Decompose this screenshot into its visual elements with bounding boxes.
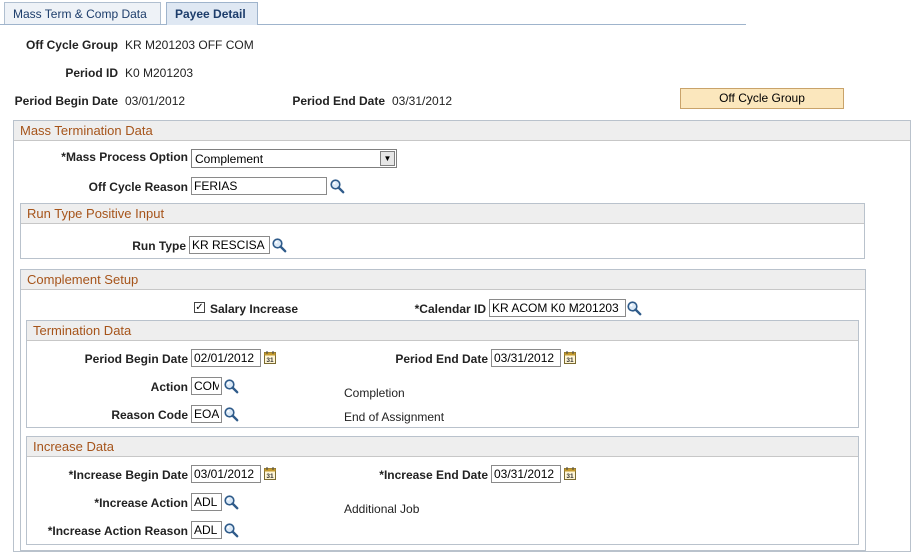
calendar-id-label: *Calendar ID — [414, 302, 486, 316]
off-cycle-reason-label: Off Cycle Reason — [88, 180, 188, 194]
salary-increase-checkbox[interactable]: ✓ — [194, 302, 205, 313]
increase-begin-date-label: *Increase Begin Date — [68, 468, 188, 482]
run-type-label: Run Type — [132, 239, 186, 253]
salary-increase-label: Salary Increase — [210, 302, 299, 316]
termination-period-begin-input[interactable] — [191, 349, 261, 367]
increase-action-label: *Increase Action — [94, 496, 188, 510]
period-end-date-label: Period End Date — [292, 94, 385, 108]
increase-action-description: Additional Job — [344, 502, 420, 516]
increase-action-reason-input[interactable] — [191, 521, 222, 539]
increase-begin-date-input[interactable] — [191, 465, 261, 483]
period-begin-date-label: Period Begin Date — [14, 94, 118, 108]
increase-action-reason-label: *Increase Action Reason — [47, 524, 188, 538]
reason-code-label: Reason Code — [111, 408, 188, 422]
complement-setup-title: Complement Setup — [21, 270, 865, 290]
calendar-icon[interactable] — [264, 351, 276, 364]
increase-action-reason-lookup-icon[interactable] — [223, 522, 239, 538]
increase-end-date-input[interactable] — [491, 465, 561, 483]
termination-period-end-input[interactable] — [491, 349, 561, 367]
termination-data-title: Termination Data — [27, 321, 858, 341]
period-id-label: Period ID — [65, 66, 118, 80]
tab-mass-term-comp-data[interactable]: Mass Term & Comp Data — [4, 2, 161, 24]
off-cycle-group-button[interactable]: Off Cycle Group — [680, 88, 844, 109]
chevron-down-icon[interactable]: ▼ — [380, 151, 395, 166]
increase-data-title: Increase Data — [27, 437, 858, 457]
period-id-value: K0 M201203 — [125, 66, 194, 80]
calendar-id-input[interactable] — [489, 299, 626, 317]
checkmark-icon: ✓ — [195, 302, 204, 313]
mass-process-option-select[interactable]: Complement — [191, 149, 397, 168]
action-input[interactable] — [191, 377, 222, 395]
tab-payee-detail[interactable]: Payee Detail — [166, 2, 258, 25]
action-label: Action — [150, 380, 188, 394]
period-end-date-value: 03/31/2012 — [392, 94, 453, 108]
calendar-icon[interactable] — [264, 467, 276, 480]
off-cycle-group-label: Off Cycle Group — [25, 38, 118, 52]
action-description: Completion — [344, 386, 405, 400]
calendar-id-lookup-icon[interactable] — [626, 300, 642, 316]
increase-action-input[interactable] — [191, 493, 222, 511]
off-cycle-reason-input[interactable] — [191, 177, 327, 195]
termination-period-begin-label: Period Begin Date — [84, 352, 188, 366]
reason-code-lookup-icon[interactable] — [223, 406, 239, 422]
reason-code-description: End of Assignment — [344, 410, 445, 424]
off-cycle-group-value: KR M201203 OFF COM — [125, 38, 254, 52]
mass-termination-data-title: Mass Termination Data — [14, 121, 910, 141]
increase-end-date-label: *Increase End Date — [379, 468, 488, 482]
mass-process-option-value: Complement — [195, 152, 264, 166]
termination-period-end-label: Period End Date — [395, 352, 488, 366]
calendar-icon[interactable] — [564, 467, 576, 480]
calendar-icon[interactable] — [564, 351, 576, 364]
reason-code-input[interactable] — [191, 405, 222, 423]
run-type-lookup-icon[interactable] — [271, 237, 287, 253]
run-type-positive-input-title: Run Type Positive Input — [21, 204, 864, 224]
period-begin-date-value: 03/01/2012 — [125, 94, 186, 108]
action-lookup-icon[interactable] — [223, 378, 239, 394]
run-type-input[interactable] — [189, 236, 270, 254]
mass-process-option-label: *Mass Process Option — [61, 150, 188, 164]
increase-action-lookup-icon[interactable] — [223, 494, 239, 510]
off-cycle-reason-lookup-icon[interactable] — [329, 178, 345, 194]
